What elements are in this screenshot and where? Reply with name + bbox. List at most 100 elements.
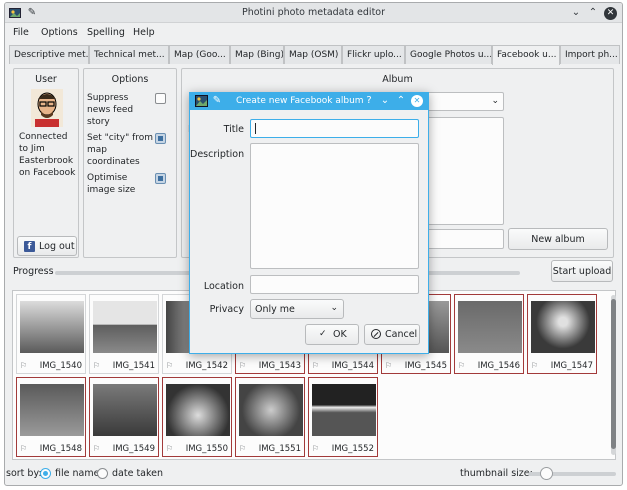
menu-file[interactable]: File: [13, 27, 29, 38]
option-line: map: [87, 145, 107, 155]
sort-date-radio[interactable]: [97, 468, 108, 479]
thumbnail-item[interactable]: ⚐ IMG_1549: [89, 377, 159, 457]
start-upload-label: Start upload: [552, 266, 612, 277]
album-select[interactable]: ⌄: [422, 92, 504, 111]
privacy-label: Privacy: [209, 304, 244, 315]
thumbnail-item[interactable]: ⚐ IMG_1547: [527, 294, 597, 374]
thumbnail-item[interactable]: ⚐ IMG_1548: [16, 377, 86, 457]
option-line: Optimise: [87, 173, 128, 183]
tab-map-google[interactable]: Map (Goo...: [169, 45, 230, 64]
status-bar: sort by: file name date taken thumbnail …: [5, 464, 622, 485]
ok-button[interactable]: ✓ OK: [305, 324, 359, 345]
pin-icon[interactable]: ✎: [211, 95, 223, 107]
description-label: Description: [190, 149, 245, 160]
option-line: coordinates: [87, 157, 140, 167]
thumbnail-caption: IMG_1541: [112, 361, 155, 371]
thumbnail-size-label: thumbnail size:: [460, 468, 533, 479]
location-input[interactable]: [250, 275, 419, 294]
flag-icon: ⚐: [385, 361, 393, 370]
chevron-down-icon: ⌄: [491, 96, 499, 106]
user-group-title: User: [35, 74, 57, 85]
thumbnail-image: [458, 301, 522, 353]
flag-icon: ⚐: [166, 444, 174, 453]
flag-icon: ⚐: [93, 361, 101, 370]
flag-icon: ⚐: [20, 361, 28, 370]
thumbnail-item[interactable]: ⚐ IMG_1541: [89, 294, 159, 374]
create-album-dialog: ✎ Create new Facebook album ? ⌄ ⌃ ✕ Titl…: [189, 92, 429, 354]
scrollbar-thumb[interactable]: [611, 299, 616, 449]
options-group-title: Options: [111, 74, 149, 85]
flag-icon: ⚐: [312, 361, 320, 370]
description-textarea[interactable]: [250, 143, 419, 269]
title-input[interactable]: [250, 119, 419, 138]
menu-options[interactable]: Options: [41, 27, 78, 38]
thumbnail-caption: IMG_1547: [550, 361, 593, 371]
dialog-title-bar: ✎ Create new Facebook album ? ⌄ ⌃ ✕: [190, 93, 428, 110]
check-icon: ✓: [319, 329, 327, 339]
tab-map-osm[interactable]: Map (OSM): [284, 45, 342, 64]
tab-bar: Descriptive met... Technical met... Map …: [9, 44, 620, 65]
close-icon[interactable]: ✕: [411, 95, 423, 107]
sort-date-label[interactable]: date taken: [112, 468, 163, 479]
option-city-label: Set "city" from map coordinates: [87, 132, 155, 168]
ok-label: OK: [333, 329, 347, 340]
tab-descriptive[interactable]: Descriptive met...: [9, 45, 89, 64]
thumbnail-image: [312, 384, 376, 436]
minimize-icon[interactable]: ⌄: [570, 7, 582, 19]
status-line: to Jim: [19, 144, 45, 154]
menu-help[interactable]: Help: [133, 27, 155, 38]
slider-handle[interactable]: [540, 467, 553, 480]
privacy-value: Only me: [255, 304, 295, 315]
set-city-checkbox[interactable]: [155, 133, 166, 144]
maximize-icon[interactable]: ⌃: [395, 95, 407, 107]
option-line: image size: [87, 185, 136, 195]
tab-facebook[interactable]: Facebook u...: [492, 45, 560, 65]
maximize-icon[interactable]: ⌃: [587, 7, 599, 19]
options-group: Options Suppress news feed story Set "ci…: [83, 68, 177, 258]
logout-button[interactable]: f Log out: [17, 236, 77, 256]
tab-map-bing[interactable]: Map (Bing): [230, 45, 284, 64]
tab-technical[interactable]: Technical met...: [89, 45, 169, 64]
flag-icon: ⚐: [166, 361, 174, 370]
thumbnail-caption: IMG_1545: [404, 361, 447, 371]
tab-import[interactable]: Import ph...: [560, 45, 620, 64]
thumbnail-item[interactable]: ⚐ IMG_1550: [162, 377, 232, 457]
thumbnail-item[interactable]: ⚐ IMG_1540: [16, 294, 86, 374]
close-icon[interactable]: ✕: [604, 7, 617, 20]
progress-label: Progress: [13, 266, 54, 277]
thumbnail-item[interactable]: ⚐ IMG_1546: [454, 294, 524, 374]
help-icon[interactable]: ?: [363, 95, 375, 107]
title-bar: ✎ Photini photo metadata editor ⌄ ⌃ ✕: [5, 3, 622, 23]
menu-spelling[interactable]: Spelling: [87, 27, 125, 38]
sort-by-label: sort by:: [6, 468, 42, 479]
optimise-image-checkbox[interactable]: [155, 173, 166, 184]
sort-filename-label[interactable]: file name: [55, 468, 99, 479]
thumbnail-caption: IMG_1546: [477, 361, 520, 371]
tab-google-photos[interactable]: Google Photos u...: [405, 45, 492, 64]
thumbnail-caption: IMG_1542: [185, 361, 228, 371]
facebook-icon: f: [24, 241, 35, 252]
sort-filename-radio[interactable]: [40, 468, 51, 479]
connection-status: Connected to Jim Easterbrook on Facebook: [19, 131, 79, 179]
album-link-field: [422, 229, 504, 249]
start-upload-button[interactable]: Start upload: [551, 260, 613, 282]
thumbnail-image: [20, 384, 84, 436]
location-label: Location: [203, 281, 244, 292]
thumbnail-item[interactable]: ⚐ IMG_1552: [308, 377, 378, 457]
text-cursor: [255, 123, 256, 134]
tab-flickr[interactable]: Flickr uplo...: [342, 45, 405, 64]
option-optimise-label: Optimise image size: [87, 172, 155, 196]
thumbnail-image: [239, 384, 303, 436]
thumbnail-caption: IMG_1550: [185, 444, 228, 454]
option-line: story: [87, 117, 110, 127]
thumbnail-item[interactable]: ⚐ IMG_1551: [235, 377, 305, 457]
privacy-select[interactable]: Only me ⌄: [250, 299, 344, 319]
suppress-news-checkbox[interactable]: [155, 93, 166, 104]
cancel-button[interactable]: Cancel: [364, 324, 420, 345]
thumbnail-caption: IMG_1549: [112, 444, 155, 454]
avatar: [31, 89, 63, 127]
flag-icon: ⚐: [458, 361, 466, 370]
new-album-button[interactable]: New album: [508, 228, 608, 250]
album-group-title: Album: [382, 74, 413, 85]
minimize-icon[interactable]: ⌄: [379, 95, 391, 107]
